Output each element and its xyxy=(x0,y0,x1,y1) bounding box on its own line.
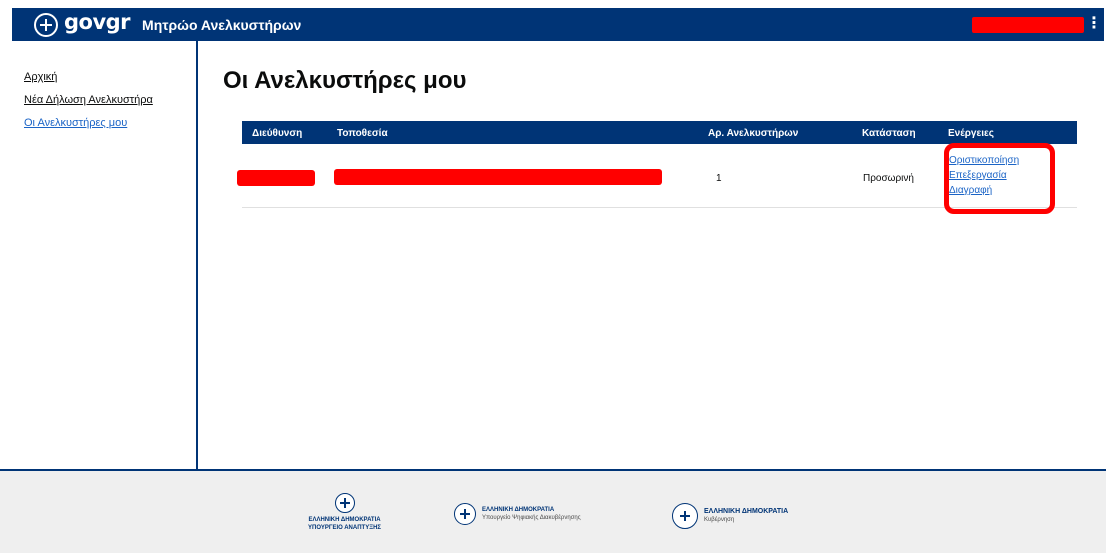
govgr-logo[interactable]: govgr xyxy=(34,10,131,37)
footer-logo-line1: ΕΛΛΗΝΙΚΗ ΔΗΜΟΚΡΑΤΙΑ xyxy=(704,508,789,515)
footer-logo-line1: ΕΛΛΗΝΙΚΗ ΔΗΜΟΚΡΑΤΙΑ xyxy=(482,507,555,513)
greek-coat-of-arms-icon xyxy=(672,503,698,529)
app-title: Μητρώο Ανελκυστήρων xyxy=(142,16,302,33)
column-header-status: Κατάσταση xyxy=(862,128,916,139)
sidebar-item-my-elevators[interactable]: Οι Ανελκυστήρες μου xyxy=(24,117,196,129)
footer: ΕΛΛΗΝΙΚΗ ΔΗΜΟΚΡΑΤΙΑ ΥΠΟΥΡΓΕΙΟ ΑΝΑΠΤΥΞΗΣ … xyxy=(0,469,1106,553)
sidebar-item-home[interactable]: Αρχική xyxy=(24,71,196,83)
footer-logo-line1: ΕΛΛΗΝΙΚΗ ΔΗΜΟΚΡΑΤΙΑ xyxy=(308,517,381,523)
address-redacted xyxy=(237,170,315,186)
location-redacted xyxy=(334,169,662,185)
column-header-address: Διεύθυνση xyxy=(252,128,303,139)
column-header-elevator-count: Αρ. Ανελκυστήρων xyxy=(708,128,799,139)
footer-logo-development-ministry: ΕΛΛΗΝΙΚΗ ΔΗΜΟΚΡΑΤΙΑ ΥΠΟΥΡΓΕΙΟ ΑΝΑΠΤΥΞΗΣ xyxy=(308,493,381,532)
sidebar-item-new-declaration[interactable]: Νέα Δήλωση Ανελκυστήρα xyxy=(24,94,196,106)
table-header: Διεύθυνση Τοποθεσία Αρ. Ανελκυστήρων Κατ… xyxy=(242,121,1077,144)
footer-logo-line2: Υπουργείο Ψηφιακής Διακυβέρνησης xyxy=(482,515,581,521)
govgr-emblem-icon xyxy=(34,12,58,37)
footer-logo-government: ΕΛΛΗΝΙΚΗ ΔΗΜΟΚΡΑΤΙΑ Κυβέρνηση xyxy=(672,503,788,529)
greek-coat-of-arms-icon xyxy=(454,503,476,525)
column-header-location: Τοποθεσία xyxy=(337,128,388,139)
actions-highlight-annotation xyxy=(944,143,1055,214)
elevator-count-value: 1 xyxy=(716,173,722,184)
footer-logo-line2: Κυβέρνηση xyxy=(704,517,735,523)
footer-logo-digital-governance: ΕΛΛΗΝΙΚΗ ΔΗΜΟΚΡΑΤΙΑ Υπουργείο Ψηφιακής Δ… xyxy=(454,503,581,525)
top-header: govgr Μητρώο Ανελκυστήρων ⋮ xyxy=(12,8,1104,41)
footer-logo-line2: ΥΠΟΥΡΓΕΙΟ ΑΝΑΠΤΥΞΗΣ xyxy=(308,525,382,531)
greek-coat-of-arms-icon xyxy=(334,493,355,513)
page-title: Οι Ανελκυστήρες μου xyxy=(223,67,467,94)
more-vertical-icon[interactable]: ⋮ xyxy=(1086,14,1102,34)
column-header-actions: Ενέργειες xyxy=(948,128,994,139)
sidebar-nav: Αρχική Νέα Δήλωση Ανελκυστήρα Οι Ανελκυσ… xyxy=(0,41,198,469)
govgr-logo-text: govgr xyxy=(64,10,131,34)
status-value: Προσωρινή xyxy=(863,173,914,184)
user-name-redacted[interactable] xyxy=(972,17,1084,33)
